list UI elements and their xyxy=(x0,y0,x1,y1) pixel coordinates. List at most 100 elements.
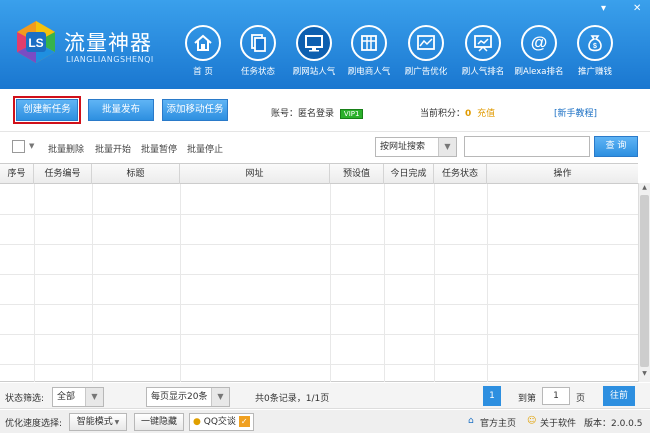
nav-ranking[interactable]: 刷人气排名 xyxy=(455,25,511,77)
nav-promote[interactable]: $ 推广赚钱 xyxy=(567,25,623,77)
account-label: 账号： xyxy=(271,109,299,119)
column-divider xyxy=(330,184,331,382)
per-page-select[interactable]: 每页显示20条 ▼ xyxy=(146,387,230,407)
monitor-icon xyxy=(296,25,332,61)
column-header: 任务编号 xyxy=(34,164,92,184)
go-button[interactable]: 往前 xyxy=(603,386,635,406)
search-input[interactable] xyxy=(464,136,590,157)
table-row xyxy=(0,305,638,335)
per-page-value: 每页显示20条 xyxy=(151,392,208,402)
svg-text:LS: LS xyxy=(28,36,43,50)
recharge-link[interactable]: 充值 xyxy=(477,109,495,119)
column-divider xyxy=(34,184,35,382)
nav-site-traffic[interactable]: 刷网站人气 xyxy=(286,25,342,77)
app-title: 流量神器 xyxy=(64,31,152,55)
column-header: 标题 xyxy=(92,164,180,184)
about-link[interactable]: 关于软件 xyxy=(540,416,576,429)
minimize-icon[interactable]: ▾ xyxy=(601,3,606,14)
add-mobile-task-button[interactable]: 添加移动任务 xyxy=(162,99,228,121)
scroll-down-icon[interactable]: ▼ xyxy=(640,370,649,380)
app-logo-icon: LS xyxy=(17,21,55,63)
batch-stop-button[interactable]: 批量停止 xyxy=(187,142,223,155)
table-scrollbar[interactable]: ▲ ▼ xyxy=(638,183,650,382)
nav-ad-optimize[interactable]: 刷广告优化 xyxy=(398,25,454,77)
points-info: 当前积分：0 充值 xyxy=(420,106,495,119)
chart-board-icon xyxy=(465,25,501,61)
scroll-thumb[interactable] xyxy=(640,195,649,367)
store-icon xyxy=(351,25,387,61)
status-filter-value: 全部 xyxy=(57,392,76,402)
about-icon: ☺ xyxy=(527,416,537,426)
speed-mode-select[interactable]: 智能模式 ▼ xyxy=(69,413,127,431)
hide-button[interactable]: 一键隐藏 xyxy=(134,413,184,431)
points-label: 当前积分： xyxy=(420,109,466,119)
speed-label: 优化速度选择: xyxy=(5,419,63,429)
column-header: 预设值 xyxy=(330,164,384,184)
close-icon[interactable]: ✕ xyxy=(633,3,641,14)
create-task-button[interactable]: 创建新任务 xyxy=(13,96,81,124)
version-label: 版本：2.0.0.5 xyxy=(584,419,643,429)
official-site-link[interactable]: 官方主页 xyxy=(480,416,516,429)
nav-home[interactable]: 首 页 xyxy=(175,25,231,77)
money-bag-icon: $ xyxy=(577,25,613,61)
column-divider xyxy=(487,184,488,382)
search-button[interactable]: 查 询 xyxy=(594,136,638,157)
table-row xyxy=(0,335,638,365)
search-mode-select[interactable]: 按网址搜索 ▼ xyxy=(375,137,457,157)
qq-chat-button[interactable]: ● QQ交谈 ✓ xyxy=(189,413,254,431)
task-table: 序号 任务编号 标题 网址 预设值 今日完成 任务状态 操作 xyxy=(0,163,638,382)
ad-window-icon xyxy=(408,25,444,61)
at-sign-icon: @ xyxy=(521,25,557,61)
account-info: 账号：匿名登录 VIP1 xyxy=(271,106,364,119)
batch-delete-button[interactable]: 批量删除 xyxy=(48,142,84,155)
table-row xyxy=(0,215,638,245)
chevron-down-icon[interactable]: ▼ xyxy=(29,142,34,150)
chevron-down-icon: ▼ xyxy=(112,419,120,426)
record-summary: 共0条记录，1/1页 xyxy=(255,394,330,404)
scroll-up-icon[interactable]: ▲ xyxy=(640,184,649,194)
nav-label: 刷网站人气 xyxy=(292,67,336,77)
column-header: 任务状态 xyxy=(434,164,487,184)
nav-label: 推广赚钱 xyxy=(577,67,612,77)
chevron-down-icon: ▼ xyxy=(85,388,103,406)
nav-ecommerce[interactable]: 刷电商人气 xyxy=(341,25,397,77)
nav-label: 首 页 xyxy=(193,67,213,77)
points-value: 0 xyxy=(465,109,472,119)
table-row xyxy=(0,245,638,275)
batch-start-button[interactable]: 批量开始 xyxy=(95,142,131,155)
account-value: 匿名登录 xyxy=(298,109,335,119)
table-header: 序号 任务编号 标题 网址 预设值 今日完成 任务状态 操作 xyxy=(0,164,638,184)
nav-task-status[interactable]: 任务状态 xyxy=(230,25,286,77)
table-row xyxy=(0,185,638,215)
batch-publish-button[interactable]: 批量发布 xyxy=(88,99,154,121)
column-divider xyxy=(180,184,181,382)
batch-pause-button[interactable]: 批量暂停 xyxy=(141,142,177,155)
status-filter-select[interactable]: 全部 ▼ xyxy=(52,387,104,407)
svg-text:$: $ xyxy=(593,43,597,50)
column-header: 序号 xyxy=(0,164,34,184)
goto-page-input[interactable]: 1 xyxy=(542,387,570,405)
page-suffix: 页 xyxy=(576,394,586,404)
current-page-button[interactable]: 1 xyxy=(483,386,501,406)
select-all-checkbox[interactable] xyxy=(12,140,25,153)
column-header: 今日完成 xyxy=(384,164,434,184)
chevron-down-icon: ▼ xyxy=(211,388,229,406)
chevron-down-icon: ▼ xyxy=(438,138,456,156)
home-icon xyxy=(185,25,221,61)
nav-label: 刷电商人气 xyxy=(347,67,391,77)
column-divider xyxy=(92,184,93,382)
column-divider xyxy=(384,184,385,382)
goto-label: 到第 xyxy=(518,394,537,404)
speed-mode-value: 智能模式 xyxy=(76,417,113,427)
qq-chat-label: QQ交谈 xyxy=(203,417,236,427)
nav-alexa[interactable]: @ 刷Alexa排名 xyxy=(511,25,567,77)
vip-badge: VIP1 xyxy=(339,109,364,119)
column-header: 网址 xyxy=(180,164,330,184)
check-icon: ✓ xyxy=(238,416,250,427)
nav-label: 任务状态 xyxy=(240,67,275,77)
qq-icon: ● xyxy=(193,417,201,427)
tutorial-link[interactable]: [新手教程] xyxy=(554,106,597,119)
documents-icon xyxy=(240,25,276,61)
column-header: 操作 xyxy=(553,169,572,179)
nav-label: 刷Alexa排名 xyxy=(514,67,564,77)
